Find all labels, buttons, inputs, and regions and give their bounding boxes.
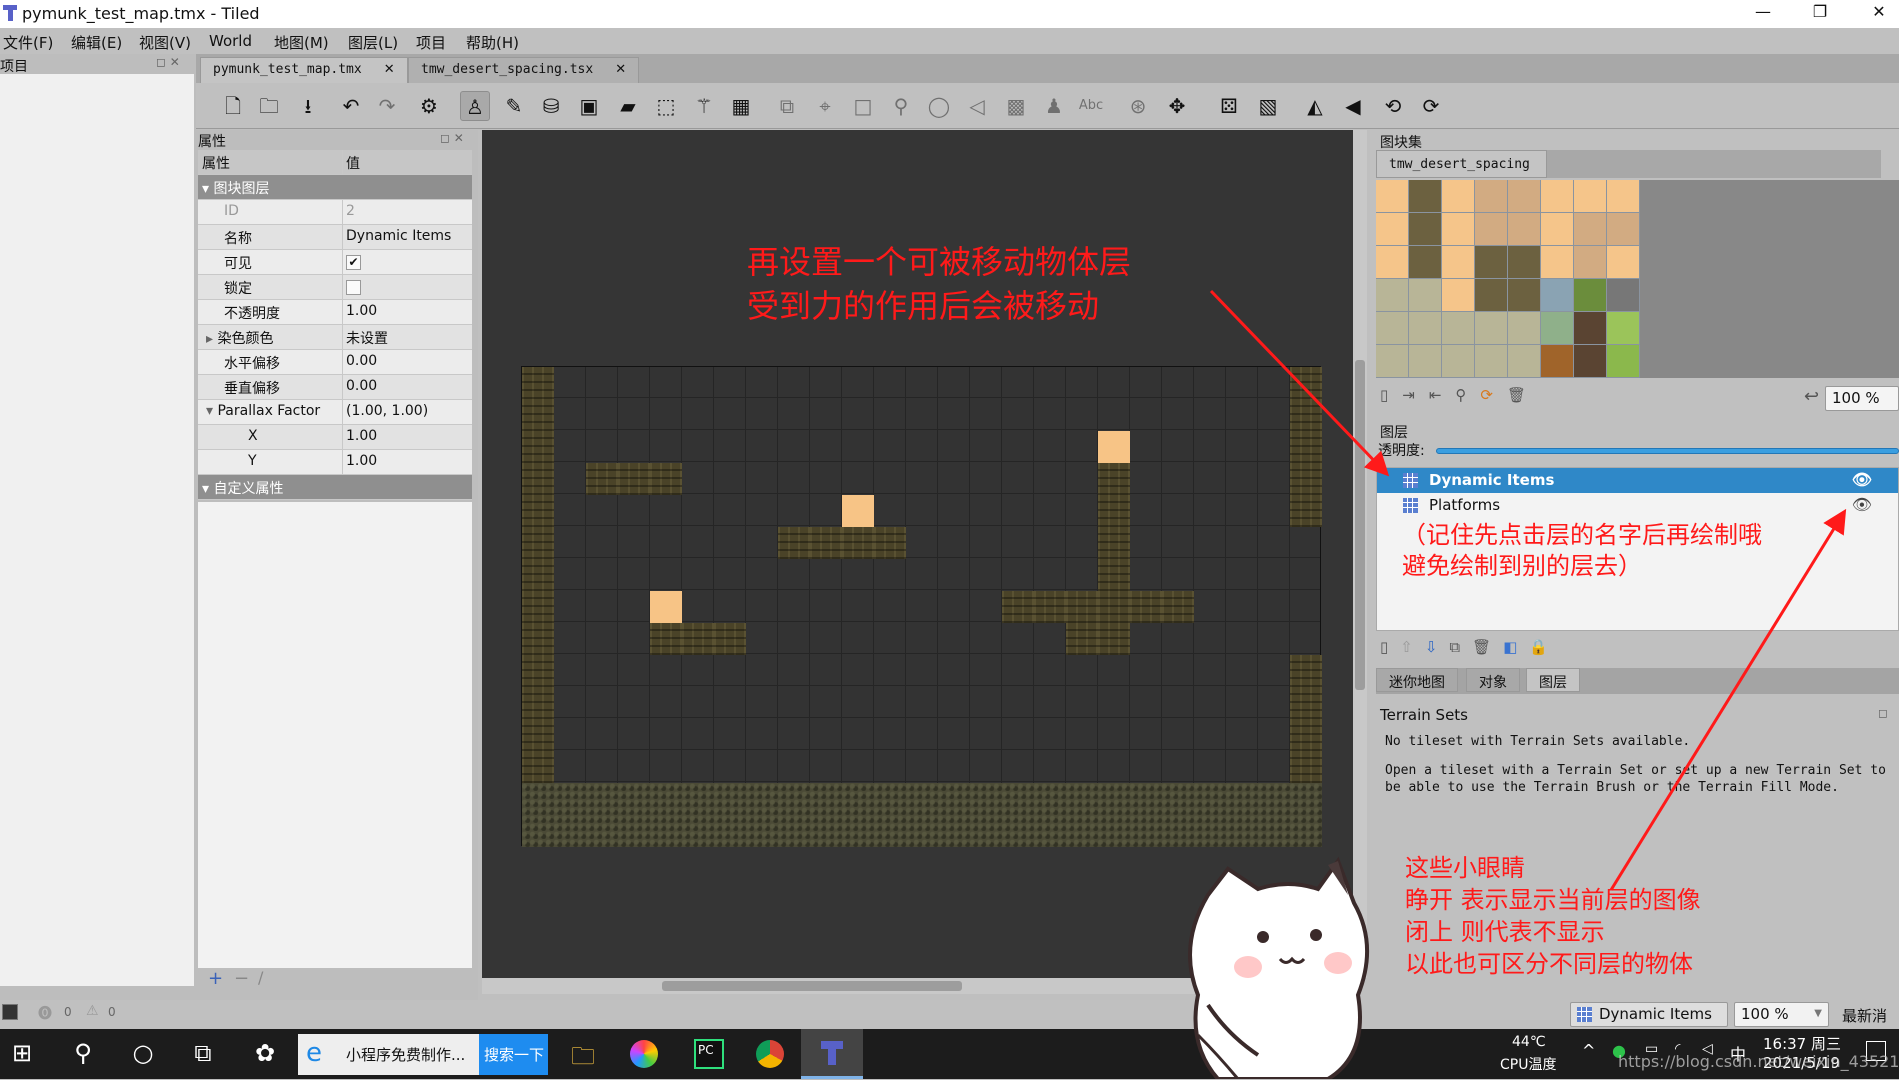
group-label: ▾ 自定义属性 [198, 475, 343, 499]
property-value[interactable]: ✔ [343, 250, 472, 274]
visible-checkbox[interactable]: ✔ [346, 255, 361, 270]
property-key: ▾ Parallax Factor [198, 400, 343, 424]
property-name: 垂直偏移 [224, 381, 280, 397]
property-name: 名称 [224, 231, 252, 247]
property-value[interactable]: 0.00 [343, 375, 472, 399]
property-row[interactable]: 可见 ✔ [198, 250, 472, 275]
property-value[interactable] [343, 275, 472, 299]
annotation-line: 再设置一个可被移动物体层 [747, 243, 1132, 281]
property-name: 不透明度 [224, 306, 280, 322]
property-value[interactable]: (1.00, 1.00) [343, 400, 472, 424]
arrow-to-dynamic-items [1209, 289, 1390, 477]
annotation-click-note: （记住先点击层的名字后再绘制哦 避免绘制到别的层去） [1402, 520, 1762, 582]
property-value[interactable]: 未设置 [343, 325, 472, 349]
property-key: 水平偏移 [198, 350, 343, 374]
property-row[interactable]: 不透明度 1.00 [198, 300, 472, 325]
property-key: ID [198, 200, 343, 224]
property-key: 锁定 [198, 275, 343, 299]
annotation-line: 这些小眼睛 [1405, 854, 1525, 882]
property-name: 锁定 [224, 281, 252, 297]
property-key: 不透明度 [198, 300, 343, 324]
property-row[interactable]: ID 2 [198, 200, 472, 225]
group-tile-layer[interactable]: ▾ 图块图层 [198, 175, 472, 200]
annotation-line: 避免绘制到别的层去） [1402, 552, 1642, 580]
property-row[interactable]: 锁定 [198, 275, 472, 300]
property-row[interactable]: 垂直偏移 0.00 [198, 375, 472, 400]
group-title: 自定义属性 [213, 481, 284, 497]
property-value[interactable]: Dynamic Items [343, 225, 472, 249]
properties-header: 属性值 [198, 150, 472, 175]
property-value[interactable]: 1.00 [343, 300, 472, 324]
property-value[interactable]: 0.00 [343, 350, 472, 374]
group-label: ▾ 图块图层 [198, 175, 343, 199]
property-name: 水平偏移 [224, 356, 280, 372]
locked-checkbox[interactable] [346, 280, 361, 295]
annotation-layer-note: 再设置一个可被移动物体层 受到力的作用后会被移动 [747, 240, 1131, 328]
property-key: 可见 [198, 250, 343, 274]
property-row[interactable]: X 1.00 [198, 425, 472, 450]
property-row[interactable]: ▸ 染色颜色 未设置 [198, 325, 472, 350]
collapse-icon[interactable]: ▾ [202, 481, 213, 497]
annotation-eye-note: 这些小眼睛 睁开 表示显示当前层的图像 闭上 则代表不显示 以此也可区分不同层的… [1405, 852, 1701, 980]
property-name: 染色颜色 [217, 331, 274, 347]
property-key: X [198, 425, 343, 449]
column-header-name: 属性 [198, 150, 343, 174]
group-title: 图块图层 [213, 181, 270, 197]
property-name: ID [224, 203, 239, 219]
expand-icon[interactable]: ▸ [206, 331, 217, 347]
property-key: ▸ 染色颜色 [198, 325, 343, 349]
property-key: 垂直偏移 [198, 375, 343, 399]
annotation-line: 闭上 则代表不显示 [1405, 918, 1605, 946]
property-value[interactable]: 1.00 [343, 450, 472, 474]
collapse-icon[interactable]: ▾ [202, 181, 213, 197]
property-name: Parallax Factor [217, 403, 321, 419]
collapse-icon[interactable]: ▾ [206, 403, 217, 419]
property-name: Y [248, 453, 257, 469]
property-name: 可见 [224, 256, 252, 272]
property-key: Y [198, 450, 343, 474]
properties-table: 属性值 ▾ 图块图层 ID 2 名称 Dynamic Items 可见 ✔ 锁定不透明度 1.… [198, 150, 472, 500]
property-row[interactable]: 水平偏移 0.00 [198, 350, 472, 375]
annotation-line: 受到力的作用后会被移动 [747, 287, 1100, 325]
group-custom-properties[interactable]: ▾ 自定义属性 [198, 475, 472, 500]
property-name: X [248, 428, 258, 444]
column-header-value: 值 [346, 156, 360, 172]
property-row[interactable]: ▾ Parallax Factor (1.00, 1.00) [198, 400, 472, 425]
cat-sticker [1188, 856, 1369, 1079]
property-value[interactable]: 1.00 [343, 425, 472, 449]
annotation-line: 以此也可区分不同层的物体 [1405, 950, 1693, 978]
annotation-line: 睁开 表示显示当前层的图像 [1405, 886, 1701, 914]
property-row[interactable]: 名称 Dynamic Items [198, 225, 472, 250]
property-key: 名称 [198, 225, 343, 249]
annotation-line: （记住先点击层的名字后再绘制哦 [1402, 521, 1762, 549]
property-row[interactable]: Y 1.00 [198, 450, 472, 475]
property-value[interactable]: 2 [343, 200, 472, 224]
